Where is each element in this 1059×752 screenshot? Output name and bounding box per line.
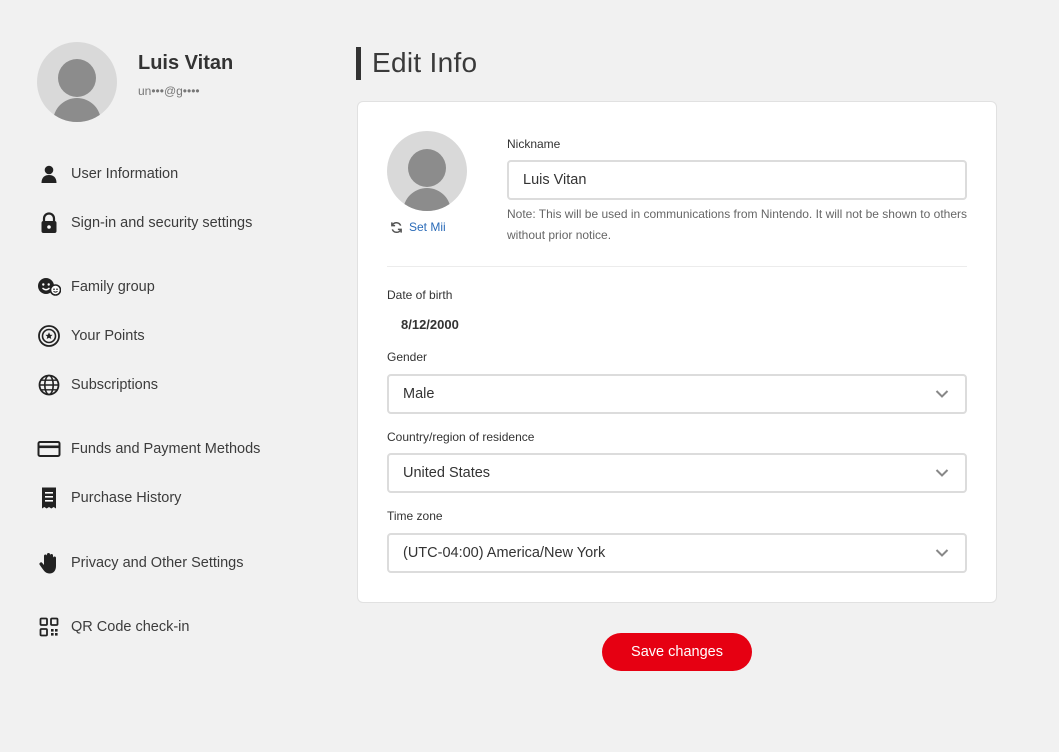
page-title: Edit Info — [372, 47, 478, 78]
lock-icon — [37, 211, 61, 235]
sidebar-item-qr-check-in[interactable]: QR Code check-in — [37, 615, 189, 639]
sidebar-item-label: Privacy and Other Settings — [71, 555, 244, 571]
profile-header: Luis Vitan un•••@g•••• — [37, 42, 233, 122]
sidebar-item-label: QR Code check-in — [71, 619, 190, 635]
sidebar-item-sign-in-security[interactable]: Sign-in and security settings — [37, 211, 252, 235]
divider — [387, 266, 967, 267]
mii-avatar — [387, 131, 467, 211]
set-mii-label: Set Mii — [409, 220, 446, 234]
hand-icon — [37, 551, 61, 575]
sidebar-item-label: User Information — [71, 166, 179, 182]
sidebar-item-funds-payment[interactable]: Funds and Payment Methods — [37, 437, 260, 461]
profile-name: Luis Vitan — [138, 52, 234, 74]
sidebar-item-label: Funds and Payment Methods — [71, 441, 261, 457]
dob-label: Date of birth — [387, 288, 453, 302]
page-title-wrap: Edit Info — [356, 46, 477, 80]
sidebar-item-label: Sign-in and security settings — [71, 215, 253, 231]
chevron-down-icon — [935, 549, 949, 558]
credit-card-icon — [37, 437, 61, 461]
points-icon — [37, 324, 61, 348]
sidebar-item-purchase-history[interactable]: Purchase History — [37, 486, 181, 510]
timezone-value: (UTC-04:00) America/New York — [403, 545, 606, 561]
profile-email: un•••@g•••• — [138, 84, 200, 98]
country-label: Country/region of residence — [387, 430, 535, 444]
globe-icon — [37, 373, 61, 397]
nickname-note: Note: This will be used in communication… — [507, 207, 967, 242]
sidebar: Luis Vitan un•••@g•••• User Information … — [0, 0, 340, 752]
receipt-icon — [37, 486, 61, 510]
sidebar-item-your-points[interactable]: Your Points — [37, 324, 145, 348]
sidebar-item-label: Purchase History — [71, 490, 182, 506]
sidebar-item-subscriptions[interactable]: Subscriptions — [37, 373, 158, 397]
family-icon — [37, 275, 61, 299]
country-value: United States — [403, 465, 491, 481]
set-mii-link[interactable]: Set Mii — [390, 220, 446, 234]
sidebar-item-label: Subscriptions — [71, 377, 159, 393]
sidebar-item-label: Family group — [71, 279, 155, 295]
sidebar-item-label: Your Points — [71, 328, 145, 344]
timezone-label: Time zone — [387, 509, 443, 523]
sidebar-item-user-information[interactable]: User Information — [37, 162, 178, 186]
edit-info-card: Set Mii Nickname Note: This will be used… — [357, 101, 997, 603]
nickname-field-box — [507, 160, 967, 200]
chevron-down-icon — [935, 469, 949, 478]
person-icon — [37, 162, 61, 186]
sidebar-item-privacy-settings[interactable]: Privacy and Other Settings — [37, 551, 243, 575]
gender-select[interactable]: Male — [387, 374, 967, 414]
country-select[interactable]: United States — [387, 453, 967, 493]
nickname-label: Nickname — [507, 137, 561, 151]
sidebar-item-family-group[interactable]: Family group — [37, 275, 155, 299]
nickname-input[interactable] — [523, 172, 951, 188]
refresh-icon — [390, 221, 403, 234]
gender-label: Gender — [387, 350, 428, 364]
gender-value: Male — [403, 386, 435, 402]
dob-value: 8/12/2000 — [401, 317, 459, 332]
chevron-down-icon — [935, 390, 949, 399]
avatar — [37, 42, 117, 122]
qr-code-icon — [37, 615, 61, 639]
timezone-select[interactable]: (UTC-04:00) America/New York — [387, 533, 967, 573]
save-changes-button[interactable]: Save changes — [602, 633, 752, 671]
page: Luis Vitan un•••@g•••• User Information … — [0, 0, 1059, 752]
title-accent-bar — [356, 46, 361, 80]
